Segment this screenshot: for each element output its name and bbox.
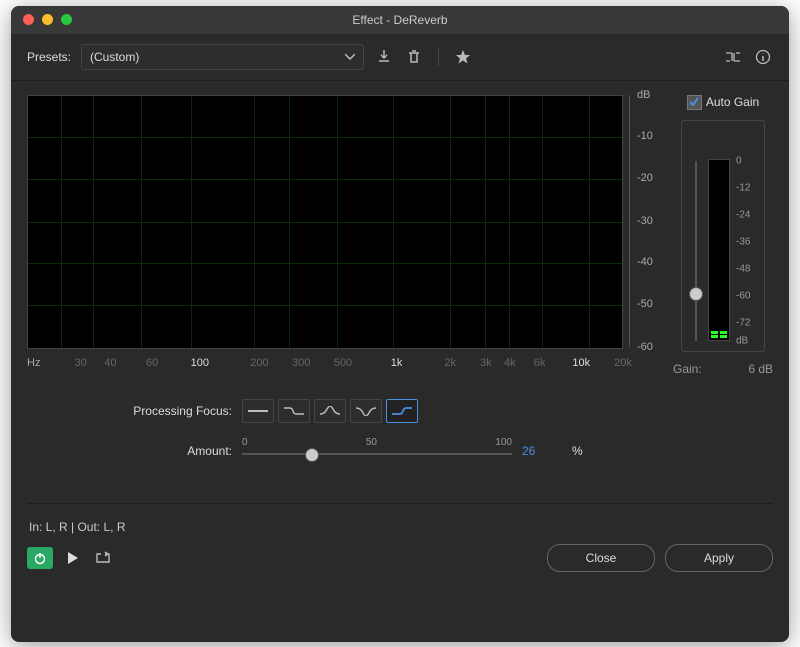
loop-button[interactable] bbox=[93, 548, 113, 568]
amount-label: Amount: bbox=[37, 444, 232, 458]
amount-slider-thumb[interactable] bbox=[305, 448, 319, 462]
toolbar-divider bbox=[438, 48, 439, 66]
spectrum-display[interactable] bbox=[27, 95, 623, 349]
amount-slider[interactable]: 0 50 100 bbox=[242, 437, 512, 465]
favorite-icon[interactable] bbox=[453, 47, 473, 67]
focus-low-cut-button[interactable] bbox=[278, 399, 310, 423]
footer: Close Apply bbox=[11, 544, 789, 586]
window-title: Effect - DeReverb bbox=[11, 13, 789, 27]
hz-scale: Hz 30 40 60 100 200 300 500 1k 2k 3k 4k … bbox=[27, 353, 623, 375]
gain-label: Gain: bbox=[673, 362, 702, 376]
close-button[interactable]: Close bbox=[547, 544, 655, 572]
titlebar[interactable]: Effect - DeReverb bbox=[11, 6, 789, 34]
routing-icon[interactable] bbox=[723, 47, 743, 67]
gain-meter-box: 0 -12 -24 -36 -48 -60 -72 dB bbox=[681, 120, 765, 352]
amount-value[interactable]: 26 bbox=[522, 444, 562, 458]
content: dB -10 -20 -30 -40 -50 -60 Hz 30 40 60 1… bbox=[11, 81, 789, 497]
io-text: In: L, R | Out: L, R bbox=[11, 510, 789, 544]
play-button[interactable] bbox=[63, 551, 83, 565]
power-button[interactable] bbox=[27, 547, 53, 569]
effect-window: Effect - DeReverb Presets: (Custom) bbox=[11, 6, 789, 642]
gain-slider[interactable] bbox=[690, 161, 702, 341]
processing-focus-group bbox=[242, 399, 418, 423]
presets-label: Presets: bbox=[27, 50, 71, 64]
db-scale: dB -10 -20 -30 -40 -50 -60 bbox=[629, 95, 659, 347]
meter-scale: 0 -12 -24 -36 -48 -60 -72 dB bbox=[736, 161, 756, 341]
presets-select[interactable]: (Custom) bbox=[81, 44, 364, 70]
level-meter bbox=[708, 159, 730, 341]
gain-readout: Gain: 6 dB bbox=[667, 352, 779, 376]
auto-gain-checkbox[interactable]: Auto Gain bbox=[687, 95, 759, 110]
processing-focus-label: Processing Focus: bbox=[37, 404, 232, 418]
focus-band-button[interactable] bbox=[314, 399, 346, 423]
toolbar: Presets: (Custom) bbox=[11, 34, 789, 81]
gain-value: 6 dB bbox=[748, 362, 773, 376]
focus-low-shelf-button[interactable] bbox=[242, 399, 274, 423]
apply-button[interactable]: Apply bbox=[665, 544, 773, 572]
save-preset-icon[interactable] bbox=[374, 47, 394, 67]
checkbox-icon bbox=[687, 95, 702, 110]
chevron-down-icon bbox=[345, 54, 355, 60]
focus-high-shelf-button[interactable] bbox=[386, 399, 418, 423]
focus-notch-button[interactable] bbox=[350, 399, 382, 423]
gain-slider-thumb[interactable] bbox=[689, 287, 703, 301]
divider bbox=[27, 503, 773, 504]
amount-unit: % bbox=[572, 444, 583, 458]
delete-preset-icon[interactable] bbox=[404, 47, 424, 67]
info-icon[interactable] bbox=[753, 47, 773, 67]
presets-value: (Custom) bbox=[90, 50, 139, 64]
